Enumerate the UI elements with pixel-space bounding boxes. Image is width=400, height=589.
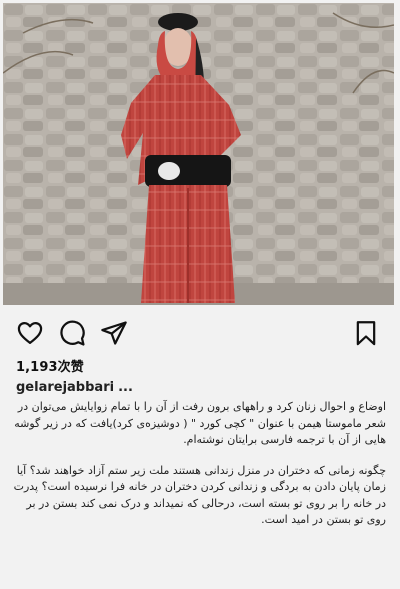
paper-plane-icon[interactable] <box>100 319 128 347</box>
more-link[interactable]: ... <box>118 380 133 395</box>
caption-paragraph: اوضاع و احوال زنان کرد و راههای برون رفت… <box>14 400 386 446</box>
comment-bubble-icon[interactable] <box>58 319 86 347</box>
post-photo[interactable] <box>3 3 394 305</box>
post-actions-bar <box>0 310 400 354</box>
username-link[interactable]: gelarejabbari <box>16 380 114 395</box>
caption-header: gelarejabbari... <box>16 380 133 395</box>
likes-number: 1,193 <box>16 360 58 375</box>
post-photo-illustration <box>3 3 394 305</box>
likes-label: 次赞 <box>57 360 84 375</box>
bookmark-icon[interactable] <box>352 319 380 347</box>
caption-paragraph: چگونه زمانی که دختران در منزل زندانی هست… <box>13 463 386 527</box>
heart-icon[interactable] <box>16 319 44 347</box>
post-caption: اوضاع و احوال زنان کرد و راههای برون رفت… <box>12 399 386 543</box>
likes-count[interactable]: 1,193次赞 <box>16 356 84 375</box>
